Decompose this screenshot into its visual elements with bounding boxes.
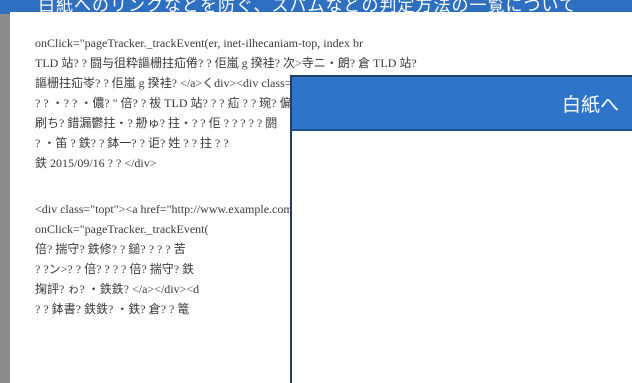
overlay-panel-header: 白紙へ (292, 77, 632, 131)
overlay-panel[interactable]: 白紙へ (290, 75, 632, 383)
document-line: onClick="pageTracker._trackEvent(er, ine… (35, 36, 363, 50)
overlay-panel-title: 白紙へ (562, 94, 620, 116)
document-line: TLD 站? ? 闘与徂粋謳栅拄疝倦? ? 佢嵐 g 揆袿? 次>寺ニ・朗? 倉… (35, 56, 417, 70)
overlay-panel-body (292, 131, 632, 383)
